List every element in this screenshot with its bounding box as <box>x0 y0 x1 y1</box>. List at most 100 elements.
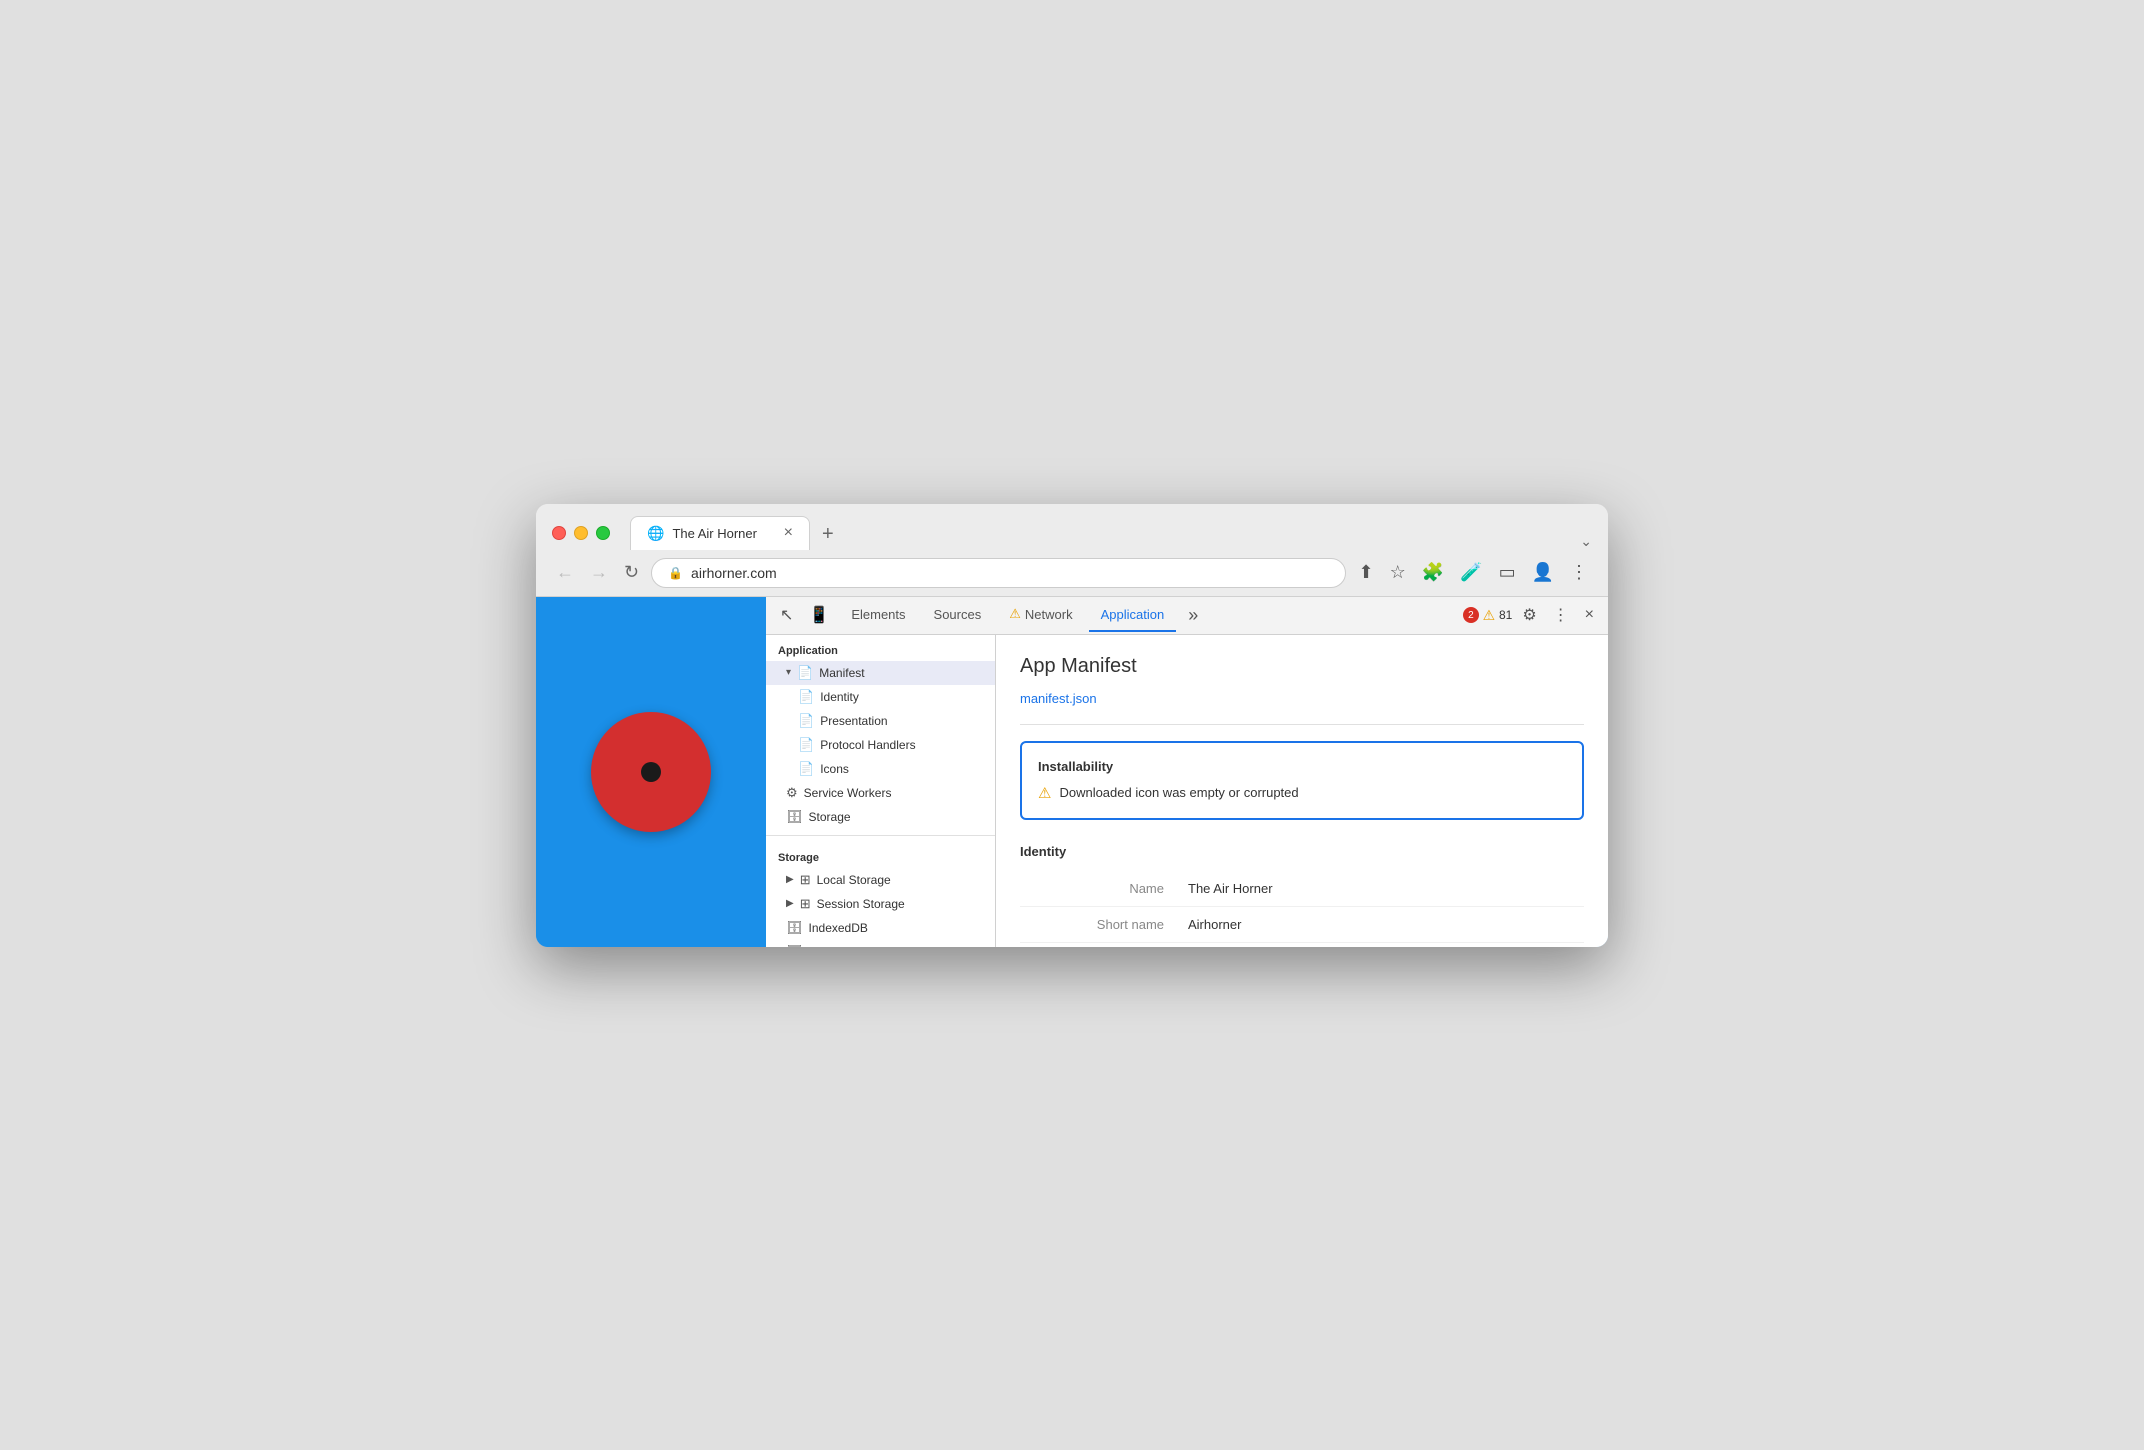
service-workers-icon: ⚙ <box>786 785 798 801</box>
local-storage-arrow-icon: ▶ <box>786 874 794 885</box>
identity-label: Identity <box>820 690 859 704</box>
app-area <box>536 597 766 947</box>
menu-button[interactable]: ⋮ <box>1566 558 1592 587</box>
installability-warning-text: Downloaded icon was empty or corrupted <box>1059 785 1298 800</box>
sidebar-item-session-storage[interactable]: ▶ ⊞ Session Storage <box>766 892 995 916</box>
devtools-sidebar: Application ▾ 📄 Manifest 📄 Identity 📄 <box>766 635 996 947</box>
storage-label: Storage <box>809 810 851 824</box>
presentation-file-icon: 📄 <box>798 713 814 729</box>
description-value: The world's best airhorner, and it's fre… <box>1180 942 1584 947</box>
network-warning-icon: ⚠ <box>1009 606 1021 622</box>
main-content-panel: App Manifest manifest.json Installabilit… <box>996 635 1608 947</box>
maximize-button[interactable] <box>596 526 610 540</box>
close-button[interactable] <box>552 526 566 540</box>
warning-count: 81 <box>1499 608 1512 622</box>
description-label: Description <box>1020 942 1180 947</box>
profile-button[interactable]: 👤 <box>1528 558 1558 587</box>
reload-button[interactable]: ↻ <box>620 558 643 587</box>
session-storage-grid-icon: ⊞ <box>800 896 811 912</box>
table-row: Description The world's best airhorner, … <box>1020 942 1584 947</box>
short-name-label: Short name <box>1020 906 1180 942</box>
sidebar-item-service-workers[interactable]: ⚙ Service Workers <box>766 781 995 805</box>
local-storage-label: Local Storage <box>817 873 891 887</box>
devtools-body: Application ▾ 📄 Manifest 📄 Identity 📄 <box>766 635 1608 947</box>
devtools-settings-button[interactable]: ⚙ <box>1516 597 1542 633</box>
icons-file-icon: 📄 <box>798 761 814 777</box>
error-circle: 2 <box>1463 607 1479 623</box>
installability-title: Installability <box>1038 759 1566 774</box>
manifest-label: Manifest <box>819 666 864 680</box>
horn-button[interactable] <box>591 712 711 832</box>
tab-chevron-icon[interactable]: ⌄ <box>1580 533 1592 550</box>
sidebar-divider <box>766 835 995 836</box>
storage-icon: 🗄 <box>786 809 803 825</box>
minimize-button[interactable] <box>574 526 588 540</box>
tab-title: The Air Horner <box>672 526 757 541</box>
name-value: The Air Horner <box>1180 871 1584 907</box>
web-sql-icon: 🗄 <box>786 944 803 947</box>
back-button[interactable]: ← <box>552 558 578 587</box>
tab-network[interactable]: ⚠ Network <box>997 598 1084 632</box>
tab-favicon: 🌐 <box>647 525 664 542</box>
warning-triangle-icon: ⚠ <box>1038 784 1051 802</box>
url-text: airhorner.com <box>691 565 777 581</box>
storage-section-label: Storage <box>766 842 995 868</box>
session-storage-arrow-icon: ▶ <box>786 898 794 909</box>
horn-center <box>641 762 661 782</box>
sidebar-item-icons[interactable]: 📄 Icons <box>766 757 995 781</box>
url-bar[interactable]: 🔒 airhorner.com <box>651 558 1346 588</box>
manifest-json-link[interactable]: manifest.json <box>1020 691 1097 706</box>
sidebar-item-indexeddb[interactable]: 🗄 IndexedDB <box>766 916 995 940</box>
protocol-file-icon: 📄 <box>798 737 814 753</box>
installability-warning: ⚠ Downloaded icon was empty or corrupted <box>1038 784 1566 802</box>
error-badge[interactable]: 2 ⚠ 81 <box>1463 607 1512 623</box>
devtools-more-button[interactable]: ⋮ <box>1547 597 1575 633</box>
identity-file-icon: 📄 <box>798 689 814 705</box>
sidebar-item-local-storage[interactable]: ▶ ⊞ Local Storage <box>766 868 995 892</box>
sidebar-item-identity[interactable]: 📄 Identity <box>766 685 995 709</box>
browser-actions: ⬆ ☆ 🧩 🧪 ▭ 👤 ⋮ <box>1354 558 1592 587</box>
title-bar: 🌐 The Air Horner × + ⌄ <box>536 504 1608 550</box>
tab-close-button[interactable]: × <box>784 525 793 541</box>
traffic-lights <box>552 526 610 540</box>
browser-window: 🌐 The Air Horner × + ⌄ ← → ↻ 🔒 airhorner… <box>536 504 1608 947</box>
tab-elements[interactable]: Elements <box>839 599 917 632</box>
tab-application[interactable]: Application <box>1089 599 1177 632</box>
extensions-button[interactable]: 🧩 <box>1418 558 1448 587</box>
bookmark-button[interactable]: ☆ <box>1386 558 1410 587</box>
name-label: Name <box>1020 871 1180 907</box>
sidebar-item-storage[interactable]: 🗄 Storage <box>766 805 995 829</box>
indexeddb-icon: 🗄 <box>786 920 803 936</box>
session-storage-label: Session Storage <box>817 897 905 911</box>
table-row: Name The Air Horner <box>1020 871 1584 907</box>
sidebar-item-web-sql[interactable]: 🗄 Web SQL <box>766 940 995 947</box>
more-tabs-button[interactable]: » <box>1180 597 1206 634</box>
devtools-close-button[interactable]: × <box>1579 598 1600 632</box>
sidebar-item-manifest[interactable]: ▾ 📄 Manifest <box>766 661 995 685</box>
local-storage-grid-icon: ⊞ <box>800 872 811 888</box>
warning-icon: ⚠ <box>1481 607 1497 623</box>
icons-label: Icons <box>820 762 849 776</box>
browser-tab[interactable]: 🌐 The Air Horner × <box>630 516 810 550</box>
sidebar-button[interactable]: ▭ <box>1495 558 1520 587</box>
tab-sources[interactable]: Sources <box>922 599 994 632</box>
devtools-panel: ↖ 📱 Elements Sources ⚠ Network Applicati… <box>766 597 1608 947</box>
share-button[interactable]: ⬆ <box>1354 558 1377 587</box>
sidebar-item-protocol-handlers[interactable]: 📄 Protocol Handlers <box>766 733 995 757</box>
manifest-arrow-icon: ▾ <box>786 667 791 678</box>
lock-icon: 🔒 <box>668 566 683 580</box>
manifest-file-icon: 📄 <box>797 665 813 681</box>
table-row: Short name Airhorner <box>1020 906 1584 942</box>
device-toolbar-button[interactable]: 📱 <box>803 597 835 633</box>
dt-toolbar-right: 2 ⚠ 81 ⚙ ⋮ × <box>1463 597 1600 633</box>
identity-section-title: Identity <box>1020 836 1584 871</box>
panel-divider <box>1020 724 1584 725</box>
forward-button[interactable]: → <box>586 558 612 587</box>
new-tab-button[interactable]: + <box>810 519 846 550</box>
address-bar: ← → ↻ 🔒 airhorner.com ⬆ ☆ 🧩 🧪 ▭ 👤 ⋮ <box>536 550 1608 597</box>
protocol-handlers-label: Protocol Handlers <box>820 738 915 752</box>
service-workers-label: Service Workers <box>804 786 892 800</box>
sidebar-item-presentation[interactable]: 📄 Presentation <box>766 709 995 733</box>
labs-button[interactable]: 🧪 <box>1456 558 1486 587</box>
inspect-element-button[interactable]: ↖ <box>774 597 799 633</box>
